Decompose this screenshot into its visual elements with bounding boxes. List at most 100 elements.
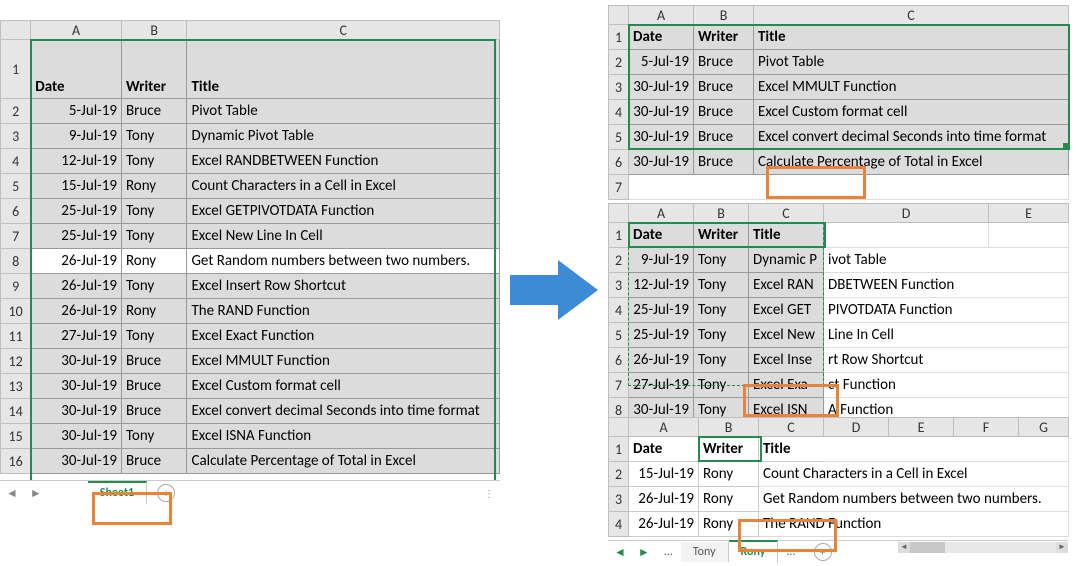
- col-header-f[interactable]: F: [954, 418, 1019, 437]
- cell-date[interactable]: 27-Jul-19: [31, 324, 122, 349]
- nav-prev-icon[interactable]: ►: [632, 543, 656, 562]
- cell-title[interactable]: Excel GET: [749, 298, 824, 323]
- table-row[interactable]: 29-Jul-19TonyDynamic Pivot Table: [609, 248, 1069, 273]
- main-grid[interactable]: A B C 1 Date Writer Title 25-Jul-19Bruce…: [0, 20, 500, 474]
- cell-date[interactable]: 5-Jul-19: [31, 99, 122, 124]
- cell-date[interactable]: 30-Jul-19: [629, 100, 694, 125]
- cell-title[interactable]: Excel convert decimal Seconds into time …: [754, 125, 1069, 150]
- col-header-e[interactable]: E: [989, 204, 1069, 223]
- col-header-c[interactable]: C: [754, 6, 1069, 25]
- table-row[interactable]: 530-Jul-19BruceExcel convert decimal Sec…: [609, 125, 1069, 150]
- cell-date[interactable]: 30-Jul-19: [629, 125, 694, 150]
- cell-overflow[interactable]: DBETWEEN Function: [824, 273, 1069, 298]
- cell-title[interactable]: Count Characters in a Cell in Excel: [187, 174, 500, 199]
- cell-writer[interactable]: Bruce: [694, 50, 754, 75]
- tab-scroll-left-icon[interactable]: ...: [656, 542, 681, 562]
- row-header[interactable]: 5: [609, 125, 629, 150]
- cell-title[interactable]: Excel MMULT Function: [754, 75, 1069, 100]
- cell-date[interactable]: 15-Jul-19: [31, 174, 122, 199]
- cell-date[interactable]: 30-Jul-19: [31, 449, 122, 474]
- col-header-d[interactable]: D: [824, 418, 889, 437]
- row-header[interactable]: 15: [1, 424, 31, 449]
- tab-rony[interactable]: Rony: [729, 540, 779, 564]
- row-header[interactable]: 13: [1, 374, 31, 399]
- header-title[interactable]: Title: [187, 40, 500, 99]
- header-writer[interactable]: Writer: [699, 437, 759, 462]
- select-all-cell[interactable]: [609, 6, 629, 25]
- col-header-b[interactable]: B: [694, 204, 749, 223]
- table-row[interactable]: 1330-Jul-19BruceExcel Custom format cell: [1, 374, 500, 399]
- table-row[interactable]: 430-Jul-19BruceExcel Custom format cell: [609, 100, 1069, 125]
- tony-grid[interactable]: A B C D E 1 Date Writer Title 29-Jul-19T…: [608, 203, 1069, 423]
- cell-date[interactable]: 30-Jul-19: [31, 349, 122, 374]
- table-row[interactable]: 525-Jul-19TonyExcel New Line In Cell: [609, 323, 1069, 348]
- row-header[interactable]: 7: [1, 224, 31, 249]
- table-row[interactable]: 515-Jul-19RonyCount Characters in a Cell…: [1, 174, 500, 199]
- table-row[interactable]: 330-Jul-19BruceExcel MMULT Function: [609, 75, 1069, 100]
- cell-title[interactable]: Calculate Percentage of Total in Excel: [754, 150, 1069, 175]
- cell-title[interactable]: Get Random numbers between two numbers.: [759, 487, 1069, 512]
- row-header-7[interactable]: 7: [609, 175, 629, 200]
- row-header[interactable]: 10: [1, 299, 31, 324]
- cell-date[interactable]: 30-Jul-19: [31, 399, 122, 424]
- row-header[interactable]: 11: [1, 324, 31, 349]
- cell-writer[interactable]: Bruce: [121, 349, 187, 374]
- cell-writer[interactable]: Rony: [699, 512, 759, 537]
- cell-title[interactable]: Excel Exa: [749, 373, 824, 398]
- header-date[interactable]: Date: [629, 223, 694, 248]
- header-date[interactable]: Date: [31, 40, 122, 99]
- row-header[interactable]: 12: [1, 349, 31, 374]
- cell-writer[interactable]: Tony: [121, 324, 187, 349]
- cell-overflow[interactable]: PIVOTDATA Function: [824, 298, 1069, 323]
- table-row[interactable]: 312-Jul-19TonyExcel RANDBETWEEN Function: [609, 273, 1069, 298]
- empty-row[interactable]: [629, 175, 1069, 200]
- row-header[interactable]: 3: [609, 487, 629, 512]
- row-header[interactable]: 4: [609, 512, 629, 537]
- cell-writer[interactable]: Tony: [121, 424, 187, 449]
- cell-title[interactable]: Excel Insert Row Shortcut: [187, 274, 500, 299]
- col-header-b[interactable]: B: [694, 6, 754, 25]
- table-row[interactable]: 1026-Jul-19RonyThe RAND Function: [1, 299, 500, 324]
- cell-overflow[interactable]: ct Function: [824, 373, 1069, 398]
- col-header-a[interactable]: A: [629, 204, 694, 223]
- row-header[interactable]: 3: [1, 124, 31, 149]
- cell-date[interactable]: 12-Jul-19: [629, 273, 694, 298]
- cell-title[interactable]: Count Characters in a Cell in Excel: [759, 462, 1069, 487]
- cell-writer[interactable]: Tony: [694, 298, 749, 323]
- cell-writer[interactable]: Tony: [121, 274, 187, 299]
- cell-writer[interactable]: Tony: [694, 348, 749, 373]
- hscrollbar[interactable]: ◄ ►: [898, 542, 1068, 553]
- table-row[interactable]: 626-Jul-19TonyExcel Insert Row Shortcut: [609, 348, 1069, 373]
- table-row[interactable]: 725-Jul-19TonyExcel New Line In Cell: [1, 224, 500, 249]
- row-header[interactable]: 6: [1, 199, 31, 224]
- cell-title[interactable]: Pivot Table: [187, 99, 500, 124]
- header-title[interactable]: Title: [754, 25, 1069, 50]
- cell-writer[interactable]: Bruce: [694, 125, 754, 150]
- cell-date[interactable]: 25-Jul-19: [31, 224, 122, 249]
- cell-overflow[interactable]: Line In Cell: [824, 323, 1069, 348]
- row-header[interactable]: 6: [609, 348, 629, 373]
- cell-writer[interactable]: Bruce: [121, 449, 187, 474]
- cell-date[interactable]: 25-Jul-19: [629, 323, 694, 348]
- table-row[interactable]: 625-Jul-19TonyExcel GETPIVOTDATA Functio…: [1, 199, 500, 224]
- header-writer[interactable]: Writer: [694, 223, 749, 248]
- select-all-cell[interactable]: [1, 21, 31, 40]
- cell-date[interactable]: 26-Jul-19: [31, 249, 122, 274]
- cell-writer[interactable]: Bruce: [121, 99, 187, 124]
- col-header-c[interactable]: C: [187, 21, 500, 40]
- cell-title[interactable]: Excel RANDBETWEEN Function: [187, 149, 500, 174]
- cell-date[interactable]: 26-Jul-19: [629, 512, 699, 537]
- cell-title[interactable]: Excel ISNA Function: [187, 424, 500, 449]
- row-header[interactable]: 2: [609, 50, 629, 75]
- cell-writer[interactable]: Rony: [121, 174, 187, 199]
- cell-title[interactable]: Excel Custom format cell: [187, 374, 500, 399]
- col-header-g[interactable]: G: [1019, 418, 1069, 437]
- row-header-1[interactable]: 1: [609, 25, 629, 50]
- table-row[interactable]: 1630-Jul-19BruceCalculate Percentage of …: [1, 449, 500, 474]
- table-row[interactable]: 826-Jul-19RonyGet Random numbers between…: [1, 249, 500, 274]
- row-header[interactable]: 7: [609, 373, 629, 398]
- scroll-thumb[interactable]: [910, 542, 945, 553]
- cell-writer[interactable]: Bruce: [694, 150, 754, 175]
- table-row[interactable]: 426-Jul-19RonyThe RAND Function: [609, 512, 1069, 537]
- cell-writer[interactable]: Tony: [121, 124, 187, 149]
